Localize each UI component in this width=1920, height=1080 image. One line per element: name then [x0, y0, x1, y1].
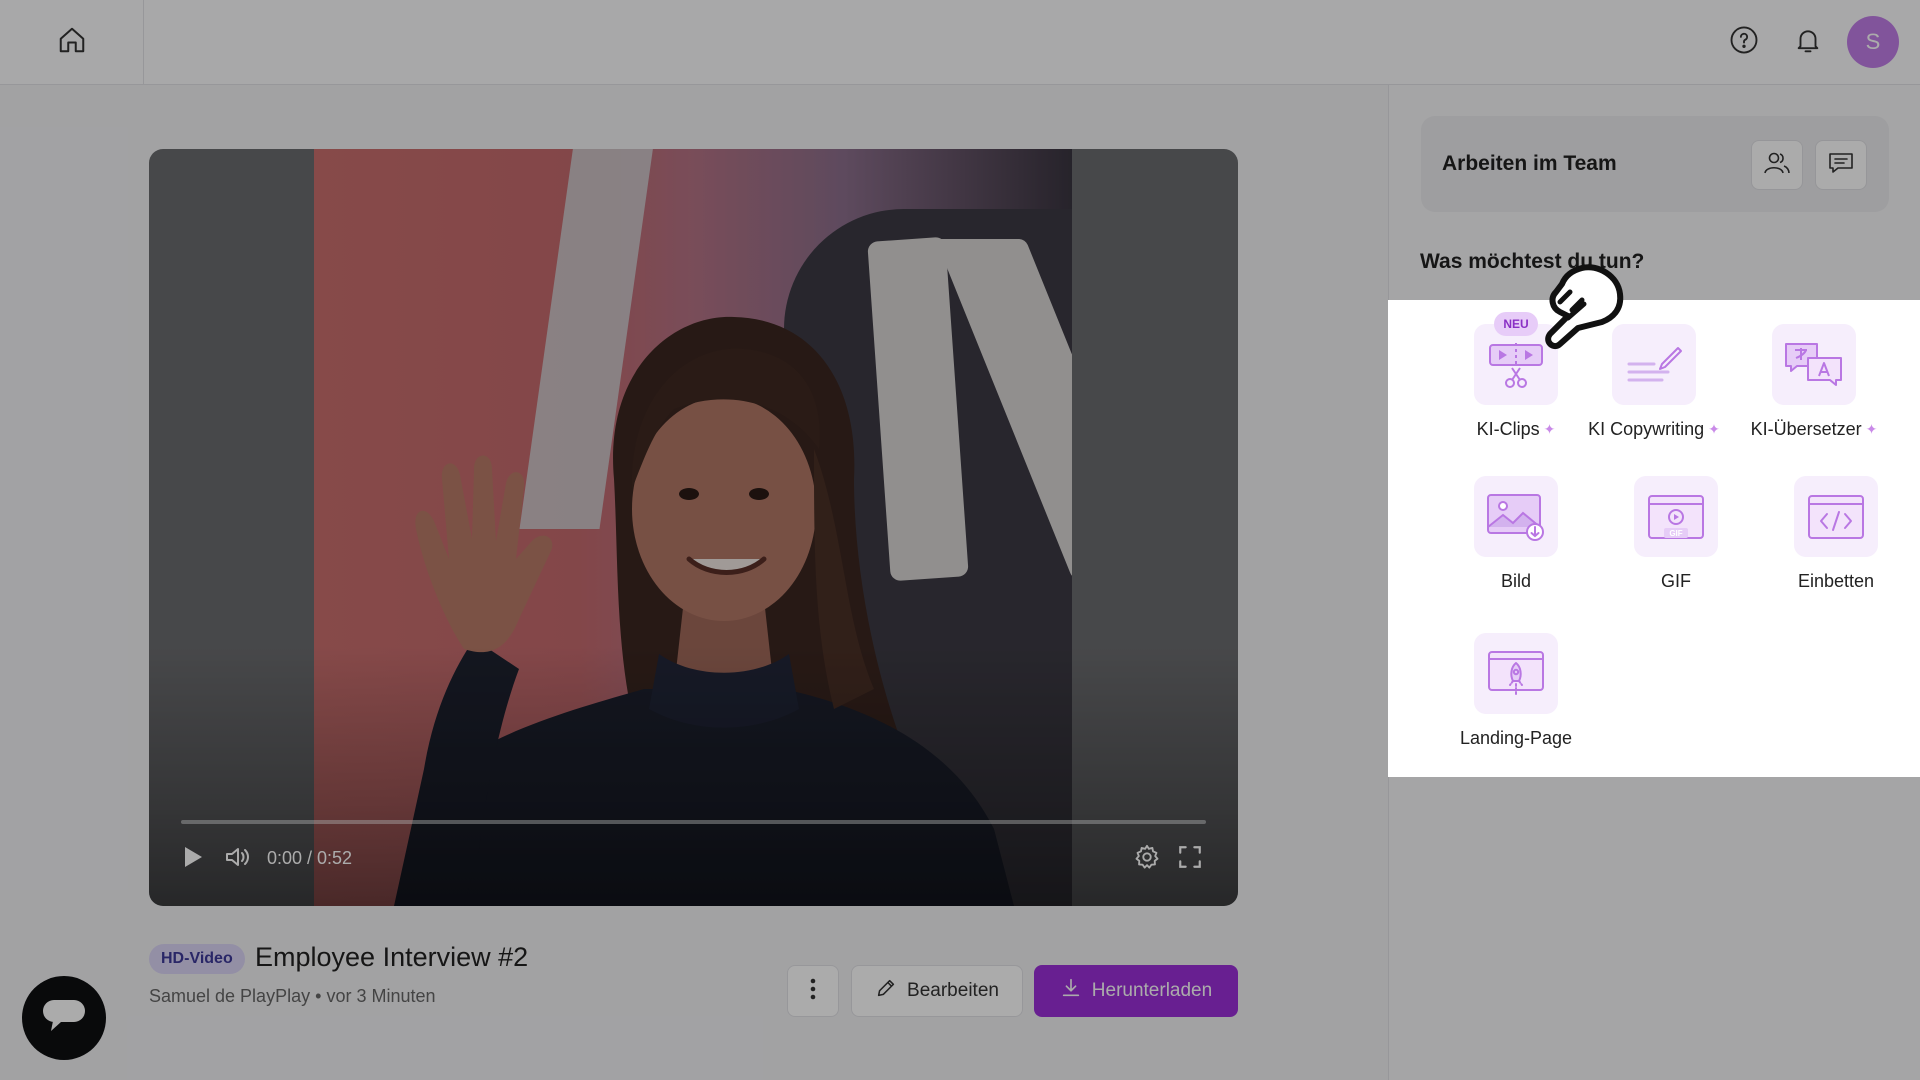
edit-label: Bearbeiten: [907, 980, 999, 1001]
team-title: Arbeiten im Team: [1442, 152, 1617, 175]
action-einbetten[interactable]: Einbetten: [1746, 452, 1920, 592]
download-button[interactable]: Herunterladen: [1034, 965, 1238, 1017]
chat-support-button[interactable]: [22, 976, 106, 1060]
pointer-hand-icon: [1545, 264, 1624, 350]
help-circle-icon: [1729, 25, 1759, 60]
hd-video-badge: HD-Video: [149, 944, 245, 974]
team-members-button[interactable]: [1751, 140, 1803, 190]
fullscreen-button[interactable]: [1175, 845, 1205, 873]
action-label-text: KI Copywriting: [1588, 419, 1705, 439]
video-time: 0:00 / 0:52: [267, 848, 353, 868]
video-progress-bar[interactable]: [181, 820, 1206, 824]
action-label: KI-Übersetzer ✦: [1751, 419, 1878, 440]
bell-icon: [1793, 25, 1823, 60]
action-label: Einbetten: [1798, 571, 1874, 592]
rocket-page-icon: [1474, 633, 1558, 714]
settings-button[interactable]: [1132, 843, 1162, 876]
action-label: Landing-Page: [1460, 728, 1572, 749]
home-icon: [57, 25, 87, 60]
fullscreen-icon: [1177, 844, 1203, 875]
play-button[interactable]: [179, 845, 207, 873]
translate-icon: [1772, 324, 1856, 405]
settings-gear-icon: [1133, 843, 1161, 876]
action-bild[interactable]: Bild: [1426, 452, 1606, 592]
video-player[interactable]: 0:00 / 0:52: [149, 149, 1238, 906]
users-icon: [1763, 150, 1791, 181]
video-subtitle: Samuel de PlayPlay • vor 3 Minuten: [149, 986, 436, 1007]
home-button[interactable]: [0, 0, 144, 84]
more-options-button[interactable]: [787, 965, 839, 1017]
more-vertical-icon: [810, 978, 816, 1005]
svg-text:GIF: GIF: [1669, 529, 1682, 538]
comment-icon: [1827, 150, 1855, 181]
action-label: GIF: [1661, 571, 1691, 592]
volume-button[interactable]: [223, 845, 253, 873]
image-download-icon: [1474, 476, 1558, 557]
action-label-text: KI-Übersetzer: [1750, 419, 1862, 439]
team-card: Arbeiten im Team: [1421, 116, 1889, 212]
pencil-icon: [875, 977, 897, 1005]
volume-icon: [224, 845, 252, 874]
actions-panel: NEU KI-Clips ✦ KI Copywriting ✦ KI-Übers…: [1388, 300, 1920, 777]
play-icon: [182, 845, 204, 874]
action-label-text: Einbetten: [1797, 571, 1875, 591]
ai-sparkle-icon: ✦: [1865, 421, 1878, 437]
notifications-button[interactable]: [1786, 20, 1830, 64]
avatar[interactable]: S: [1847, 16, 1899, 68]
comments-button[interactable]: [1815, 140, 1867, 190]
chat-bubble-icon: [41, 997, 87, 1040]
action-gif[interactable]: GIF GIF: [1586, 452, 1766, 592]
action-ki-uebersetzer[interactable]: KI-Übersetzer ✦: [1724, 300, 1904, 440]
video-author: Samuel de PlayPlay: [149, 986, 311, 1006]
action-landing-page[interactable]: Landing-Page: [1426, 609, 1606, 749]
action-label: Bild: [1501, 571, 1531, 592]
ai-sparkle-icon: ✦: [1708, 421, 1720, 437]
action-label-text: KI-Clips: [1476, 419, 1540, 439]
action-label-text: Landing-Page: [1459, 728, 1573, 748]
video-time-ago: vor 3 Minuten: [326, 986, 436, 1006]
download-icon: [1060, 977, 1082, 1005]
action-label-text: GIF: [1661, 571, 1691, 591]
help-button[interactable]: [1722, 20, 1766, 64]
download-label: Herunterladen: [1091, 980, 1213, 1001]
action-label-text: Bild: [1500, 571, 1531, 591]
meta-separator: •: [315, 986, 322, 1006]
embed-code-icon: [1794, 476, 1878, 557]
ai-sparkle-icon: ✦: [1543, 421, 1556, 437]
action-label: KI-Clips ✦: [1477, 419, 1556, 440]
gif-icon: GIF: [1634, 476, 1718, 557]
video-title: Employee Interview #2: [255, 942, 529, 972]
top-bar: S: [0, 0, 1920, 85]
action-label: KI Copywriting ✦: [1588, 419, 1720, 440]
edit-button[interactable]: Bearbeiten: [851, 965, 1023, 1017]
